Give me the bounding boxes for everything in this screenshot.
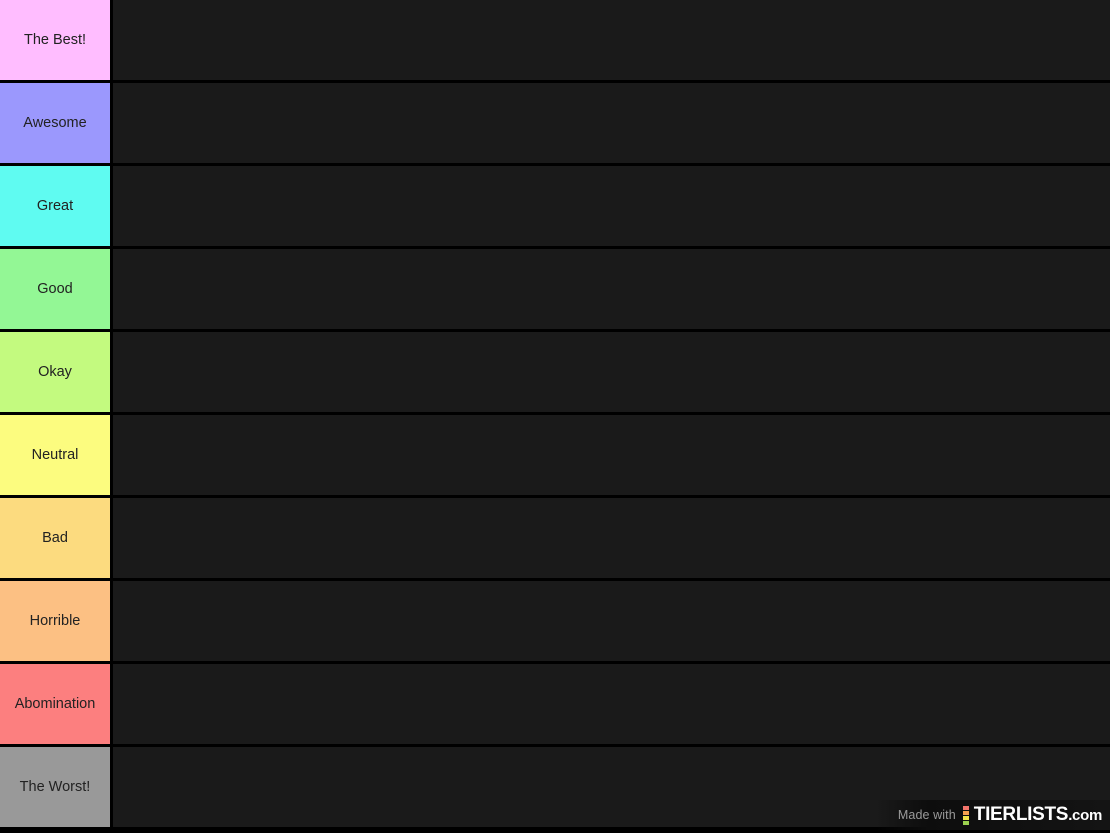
watermark-brand-name: TIERLISTS [973, 804, 1069, 825]
tier-label[interactable]: Bad [0, 498, 110, 578]
tier-label[interactable]: Awesome [0, 83, 110, 163]
logo-bar-2 [962, 810, 969, 815]
tier-drop-zone[interactable] [113, 664, 1110, 744]
tier-list: The Best! Awesome Great Good Okay Neutral Bad H… [0, 0, 1110, 833]
tier-row: Good [0, 249, 1110, 332]
tier-row: Okay [0, 332, 1110, 415]
tier-drop-zone[interactable] [113, 581, 1110, 661]
tier-row: Neutral [0, 415, 1110, 498]
tier-row: Abomination [0, 664, 1110, 747]
tier-drop-zone[interactable] [113, 249, 1110, 329]
tier-label[interactable]: The Best! [0, 0, 110, 80]
tier-drop-zone[interactable] [113, 498, 1110, 578]
tier-rows-container: The Best! Awesome Great Good Okay Neutral Bad H… [0, 0, 1110, 830]
watermark-brand-suffix: .com [1068, 807, 1102, 824]
tier-drop-zone[interactable] [113, 415, 1110, 495]
tier-drop-zone[interactable] [113, 166, 1110, 246]
tier-row: The Best! [0, 0, 1110, 83]
tier-label[interactable]: Neutral [0, 415, 110, 495]
tier-label[interactable]: Good [0, 249, 110, 329]
tier-drop-zone[interactable] [113, 332, 1110, 412]
tier-label[interactable]: Abomination [0, 664, 110, 744]
tier-label[interactable]: Great [0, 166, 110, 246]
tier-row: Horrible [0, 581, 1110, 664]
tier-row: Great [0, 166, 1110, 249]
tier-row: Awesome [0, 83, 1110, 166]
watermark-made-with-label: Made with [897, 808, 956, 822]
tierlists-watermark[interactable]: Made with TIERLISTS.com [875, 800, 1110, 830]
tier-drop-zone[interactable] [113, 0, 1110, 80]
watermark-brand: TIERLISTS.com [973, 804, 1103, 826]
tier-label[interactable]: The Worst! [0, 747, 110, 827]
logo-bar-4 [962, 820, 969, 825]
tier-row: Bad [0, 498, 1110, 581]
tier-label[interactable]: Horrible [0, 581, 110, 661]
tierlists-logo-icon [962, 805, 969, 825]
tier-drop-zone[interactable] [113, 83, 1110, 163]
logo-bar-3 [962, 815, 969, 820]
tier-label[interactable]: Okay [0, 332, 110, 412]
logo-bar-1 [962, 805, 969, 810]
